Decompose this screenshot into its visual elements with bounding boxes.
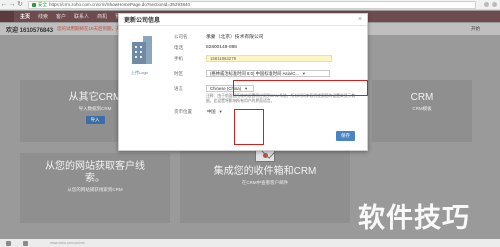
tile-title: CRM xyxy=(410,92,434,103)
secure-label: 安全 xyxy=(38,1,47,7)
timezone-select[interactable]: (格林威治标准时间 8:0) 中国标准时间 Asia/C... ▼ xyxy=(206,70,330,77)
timezone-label: 时区 xyxy=(174,70,183,76)
tab-accounts[interactable]: 客户 xyxy=(52,13,70,20)
company-info-modal: 更新公司信息 × 上传Logo 公司名 承蒙（北京）技术有限公司 电话 8280… xyxy=(118,13,368,151)
modal-title: 更新公司信息 xyxy=(124,18,161,24)
timezone-value: (格林威治标准时间 8:0) 中国标准时间 Asia/C... xyxy=(210,70,299,76)
address-bar[interactable]: 安全 https://crm.zoho.com.cn/crm/ShowHomeP… xyxy=(28,0,476,9)
mobile-row: 手机 15811863279 xyxy=(174,53,364,64)
template-tile[interactable]: CRM CRM模板 xyxy=(372,80,472,142)
language-label: 语言 xyxy=(174,85,183,91)
tile-title: 集成您的收件箱和CRM xyxy=(213,166,317,177)
timezone-row: 时区 (格林威治标准时间 8:0) 中国标准时间 Asia/C... ▼ xyxy=(174,68,364,79)
phone-row: 电话 82800148-898 xyxy=(174,42,364,53)
language-row: 语言 Chinese (China) ▼ xyxy=(174,83,364,94)
company-label: 公司名 xyxy=(174,33,188,39)
tile-title-line1: 从您的网站获取客户线 xyxy=(45,161,145,172)
language-select[interactable]: Chinese (China) ▼ xyxy=(206,85,254,92)
country-row: 货币位置 中国 ▼ xyxy=(174,106,364,117)
lock-icon xyxy=(32,2,36,7)
tile-subtitle: 在CRM中查看客户邮件 xyxy=(241,180,289,185)
chevron-down-icon: ▼ xyxy=(218,109,223,114)
tab-deals[interactable]: 商机 xyxy=(93,13,111,20)
save-button[interactable]: 保存 xyxy=(336,131,355,141)
menu-icon[interactable] xyxy=(492,2,497,7)
chat-icon[interactable] xyxy=(6,240,11,246)
phone-value[interactable]: 82800148-898 xyxy=(206,45,237,50)
import-button[interactable]: 导入 xyxy=(85,116,105,124)
reload-icon[interactable]: ↻ xyxy=(16,1,24,9)
forward-icon[interactable]: → xyxy=(8,1,16,9)
phone-label: 电话 xyxy=(174,44,183,50)
modal-header: 更新公司信息 × xyxy=(119,14,367,26)
tab-leads[interactable]: 线索 xyxy=(34,13,52,20)
tab-home[interactable]: 主页 xyxy=(16,13,34,20)
close-icon[interactable]: × xyxy=(358,16,362,23)
browser-toolbar: ← → ↻ 安全 https://crm.zoho.com.cn/crm/Sho… xyxy=(0,0,500,10)
country-select[interactable]: 中国 ▼ xyxy=(206,108,224,115)
country-value: 中国 xyxy=(207,108,216,114)
back-icon[interactable]: ← xyxy=(0,1,8,9)
star-icon[interactable] xyxy=(484,2,489,7)
settings-note: 注释：由于前面您所做的设置将应用到CRM系统，所有时间字段将使用您的设置来显示数… xyxy=(206,94,356,103)
tile-subtitle: 从您的网站捕获线索到CRM xyxy=(67,187,123,192)
chevron-down-icon: ▼ xyxy=(301,71,306,76)
chevron-down-icon: ▼ xyxy=(244,86,249,91)
language-value: Chinese (China) xyxy=(210,86,242,91)
welcome-text: 欢迎 1610576843 xyxy=(6,27,54,34)
start-button[interactable]: 开始 xyxy=(471,26,480,32)
upload-logo-link[interactable]: 上传Logo xyxy=(131,70,148,76)
company-row: 公司名 承蒙（北京）技术有限公司 xyxy=(174,31,364,42)
app-logo[interactable] xyxy=(0,11,14,22)
mobile-field[interactable]: 15811863279 xyxy=(206,55,332,62)
company-form: 公司名 承蒙（北京）技术有限公司 电话 82800148-898 手机 1581… xyxy=(174,31,364,117)
mobile-label: 手机 xyxy=(174,55,183,61)
watermark-text: 软件技巧 xyxy=(358,203,470,234)
footer-text: www.zoho.com.cn/crm xyxy=(50,241,86,245)
promo-link[interactable]: 您的试用期将在15天后到期，升级 xyxy=(57,26,125,32)
tile-subtitle: CRM模板 xyxy=(412,106,432,111)
company-logo-placeholder[interactable] xyxy=(129,34,155,68)
country-label: 货币位置 xyxy=(174,108,192,114)
webform-tile[interactable]: 从您的网站获取客户线 索。 从您的网站捕获线索到CRM xyxy=(20,153,170,223)
company-value[interactable]: 承蒙（北京）技术有限公司 xyxy=(206,33,264,40)
footer-bar: www.zoho.com.cn/crm xyxy=(0,239,500,247)
tab-contacts[interactable]: 联系人 xyxy=(70,13,93,20)
notification-icon[interactable] xyxy=(23,240,28,246)
url-text: https://crm.zoho.com.cn/crm/ShowHomePage… xyxy=(49,2,190,7)
inbox-tile[interactable]: 集成您的收件箱和CRM 在CRM中查看客户邮件 xyxy=(180,140,350,223)
tile-title-line2: 索。 xyxy=(85,173,105,184)
